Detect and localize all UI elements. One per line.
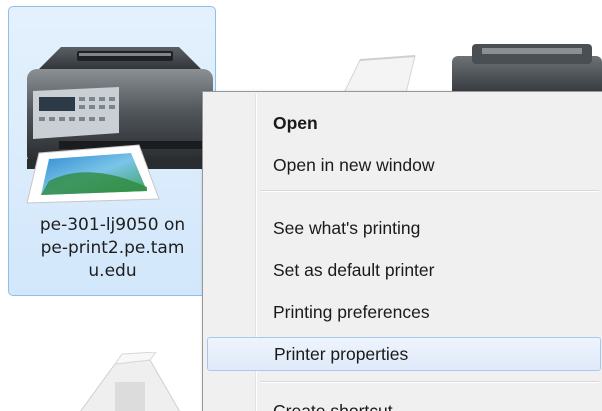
- menu-item-label: Open in new window: [273, 155, 435, 175]
- menu-item-open[interactable]: Open: [207, 106, 601, 140]
- printer-name-line-3: u.edu: [88, 261, 137, 281]
- multifunction-printer-icon: [19, 41, 219, 206]
- menu-item-label: Printing preferences: [273, 302, 430, 322]
- printer-name-line-1: pe-301-lj9050 on: [39, 215, 186, 235]
- menu-item-set-default-printer[interactable]: Set as default printer: [207, 253, 601, 287]
- printer-icon[interactable]: [442, 38, 602, 98]
- menu-item-printing-preferences[interactable]: Printing preferences: [207, 295, 601, 329]
- menu-separator: [261, 190, 599, 192]
- menu-item-label: Open: [273, 113, 318, 133]
- menu-item-label: See what's printing: [273, 218, 421, 238]
- menu-item-see-whats-printing[interactable]: See what's printing: [207, 211, 601, 245]
- menu-item-open-new-window[interactable]: Open in new window: [207, 148, 601, 182]
- context-menu: Open Open in new window See what's print…: [202, 91, 602, 411]
- explorer-devices-view: pe-301-lj9050 on pe-print2.pe.tam u.edu …: [0, 0, 602, 411]
- printer-name-label: pe-301-lj9050 on pe-print2.pe.tam u.edu: [9, 214, 216, 283]
- menu-item-printer-properties[interactable]: Printer properties: [207, 337, 601, 371]
- printer-icon[interactable]: [60, 352, 200, 411]
- menu-item-create-shortcut[interactable]: Create shortcut: [207, 394, 601, 411]
- menu-item-label: Printer properties: [274, 344, 409, 364]
- menu-item-label: Set as default printer: [273, 260, 435, 280]
- menu-separator: [261, 381, 599, 383]
- printer-tile-selected[interactable]: pe-301-lj9050 on pe-print2.pe.tam u.edu: [8, 6, 216, 296]
- printer-name-line-2: pe-print2.pe.tam: [40, 238, 185, 258]
- menu-item-label: Create shortcut: [273, 401, 393, 411]
